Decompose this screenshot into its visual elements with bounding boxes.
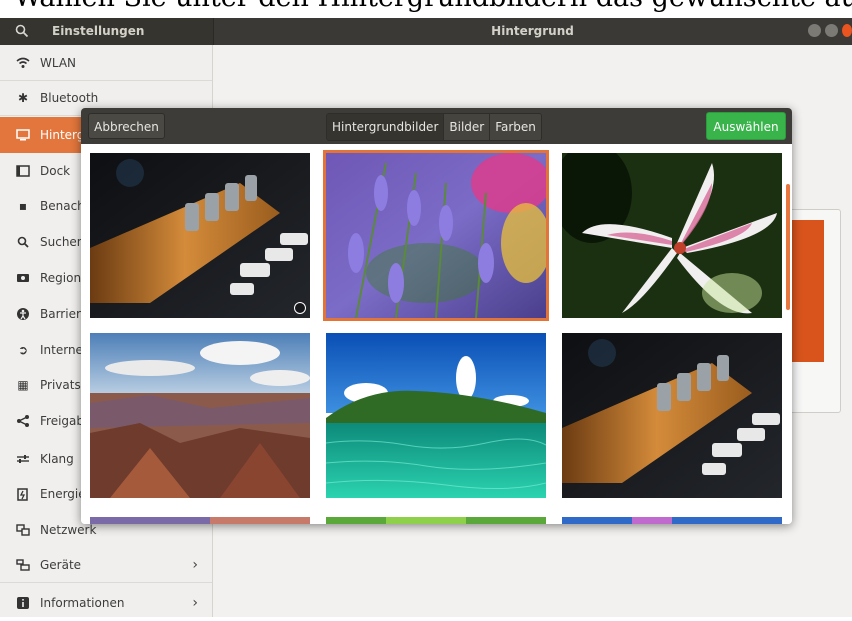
canyon-photo — [90, 333, 310, 498]
sidebar-title: Einstellungen — [52, 24, 145, 38]
devices-icon — [14, 557, 32, 573]
power-icon — [14, 486, 32, 502]
wifi-icon — [14, 55, 32, 71]
titlebar-sidebar-section: Einstellungen — [0, 18, 214, 45]
region-icon — [14, 270, 32, 286]
dialog-header: Abbrechen Hintergrundbilder Bilder Farbe… — [81, 108, 792, 144]
share-icon — [14, 413, 32, 429]
tab-colors[interactable]: Farben — [490, 114, 541, 140]
window-title: Hintergrund — [491, 24, 574, 38]
wallpaper-thumb-lavender[interactable] — [323, 150, 549, 321]
sidebar-item-devices[interactable]: Geräte › — [0, 547, 212, 583]
guitar-photo — [90, 153, 310, 318]
search-icon — [14, 234, 32, 250]
wallpaper-thumb-foliage[interactable] — [326, 513, 546, 524]
sound-icon — [14, 451, 32, 467]
wallpaper-grid — [81, 144, 792, 524]
scrollbar[interactable] — [786, 184, 790, 310]
wallpaper-thumb-guitar-2[interactable] — [562, 333, 782, 498]
wallpaper-thumb-canyon[interactable] — [90, 333, 310, 498]
wallpaper-thumb-sunset[interactable] — [90, 513, 310, 524]
online-accounts-icon: ➲ — [17, 343, 29, 357]
search-button[interactable] — [4, 19, 40, 43]
island-photo — [326, 333, 546, 498]
minimize-button[interactable] — [808, 24, 821, 37]
sidebar-item-label: Geräte — [40, 557, 82, 572]
window-controls — [808, 24, 852, 37]
chevron-right-icon: › — [192, 556, 198, 573]
accessibility-icon — [14, 306, 32, 322]
sidebar-item-label: Suchen — [40, 235, 85, 249]
network-icon — [14, 522, 32, 538]
wallpaper-thumb-island[interactable] — [326, 333, 546, 498]
bluesky-photo — [562, 517, 782, 524]
cancel-button[interactable]: Abbrechen — [88, 113, 165, 139]
sidebar-item-label: WLAN — [40, 55, 77, 70]
titlebar: Einstellungen Hintergrund — [0, 18, 852, 45]
sidebar-item-label: Dock — [40, 164, 71, 178]
sidebar-item-label: Bluetooth — [40, 90, 99, 105]
guitar-photo — [562, 333, 782, 498]
close-button[interactable] — [842, 24, 852, 37]
tab-wallpapers[interactable]: Hintergrundbilder — [327, 114, 445, 140]
bluetooth-icon: ✱ — [17, 90, 29, 105]
instruction-caption: Wählen Sie unter den Hintergrundbildern … — [0, 0, 852, 18]
lavender-photo — [326, 153, 546, 318]
notification-icon: ▪ — [18, 199, 28, 213]
privacy-icon: ▦ — [17, 378, 29, 392]
sidebar-item-label: Informationen — [40, 596, 125, 610]
wallpaper-thumb-bluesky[interactable] — [562, 513, 782, 524]
sidebar-item-wlan[interactable]: WLAN — [0, 45, 212, 81]
clock-icon — [294, 302, 306, 314]
select-button[interactable]: Auswählen — [706, 112, 786, 140]
search-icon — [15, 24, 29, 38]
wallpaper-chooser-dialog: Abbrechen Hintergrundbilder Bilder Farbe… — [81, 108, 792, 524]
wallpaper-thumb-lily[interactable] — [562, 153, 782, 318]
lily-photo — [562, 153, 782, 318]
maximize-button[interactable] — [825, 24, 838, 37]
dock-icon — [14, 163, 32, 179]
sidebar-item-info[interactable]: Informationen › — [0, 585, 212, 621]
foliage-photo — [326, 517, 546, 524]
sidebar-item-label: Netzwerk — [40, 523, 97, 537]
wallpaper-thumb-guitar[interactable] — [90, 153, 310, 318]
monitor-icon — [14, 127, 32, 143]
info-icon — [14, 595, 32, 611]
sunset-photo — [90, 517, 310, 524]
source-tabs: Hintergrundbilder Bilder Farben — [326, 113, 542, 141]
sidebar-item-label: Energie — [40, 487, 86, 501]
tab-pictures[interactable]: Bilder — [444, 114, 491, 140]
chevron-right-icon: › — [192, 595, 198, 611]
sidebar-item-label: Klang — [40, 452, 74, 466]
